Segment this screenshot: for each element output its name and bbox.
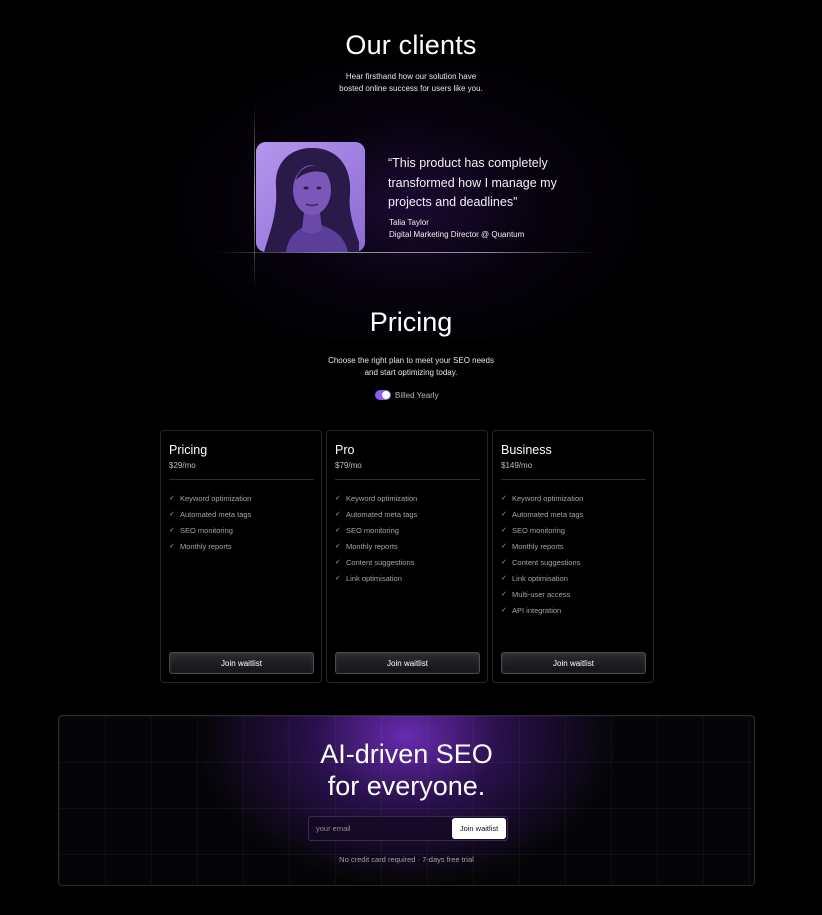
join-waitlist-button-pro[interactable]: Join waitlist (335, 652, 480, 674)
check-icon: ✓ (335, 495, 341, 502)
testimonial-author-name: Talia Taylor (389, 218, 429, 227)
feature-item: ✓ Automated meta tags (501, 506, 583, 522)
feature-item: ✓ Keyword optimization (169, 490, 251, 506)
feature-item: ✓ Keyword optimization (335, 490, 417, 506)
plan-price: $29/mo (169, 461, 196, 470)
email-input[interactable] (309, 817, 449, 840)
check-icon: ✓ (169, 495, 175, 502)
check-icon: ✓ (335, 575, 341, 582)
waitlist-form: Join waitlist (308, 816, 508, 841)
plan-price: $149/mo (501, 461, 533, 470)
feature-label: Automated meta tags (512, 509, 584, 519)
cta-title-line1: AI-driven SEO (320, 739, 493, 769)
check-icon: ✓ (335, 559, 341, 566)
pricing-subtitle-line2: and start optimizing today. (364, 368, 458, 377)
check-icon: ✓ (501, 495, 507, 502)
pricing-card-basic: Pricing $29/mo ✓ Keyword optimization ✓ Au… (160, 430, 322, 683)
feature-label: SEO monitoring (512, 525, 565, 535)
check-icon: ✓ (169, 527, 175, 534)
testimonial-avatar (256, 142, 365, 252)
clients-title: Our clients (345, 30, 477, 60)
decorative-horizontal-line (214, 252, 600, 253)
billing-toggle-label: Billed Yearly (395, 390, 439, 400)
feature-item: ✓ Content suggestions (335, 554, 417, 570)
feature-item: ✓ Monthly reports (501, 538, 583, 554)
plan-name: Business (501, 443, 552, 457)
feature-item: ✓ Keyword optimization (501, 490, 583, 506)
page: Our clients Hear firsthand how our solut… (0, 0, 822, 915)
join-waitlist-button-basic[interactable]: Join waitlist (169, 652, 314, 674)
feature-item: ✓ SEO monitoring (335, 522, 417, 538)
plan-price: $79/mo (335, 461, 362, 470)
feature-item: ✓ SEO monitoring (501, 522, 583, 538)
feature-item: ✓ Content suggestions (501, 554, 583, 570)
clients-subtitle-line2: bosted online success for users like you… (339, 84, 483, 93)
feature-item: ✓ Multi-user access (501, 586, 583, 602)
check-icon: ✓ (501, 543, 507, 550)
billing-toggle-group: Billed Yearly (375, 390, 439, 400)
feature-label: Monthly reports (512, 541, 564, 551)
join-waitlist-button-business[interactable]: Join waitlist (501, 652, 646, 674)
decorative-vertical-line (254, 102, 255, 290)
check-icon: ✓ (501, 591, 507, 598)
plan-name: Pro (335, 443, 355, 457)
clients-subtitle: Hear firsthand how our solution have bos… (0, 71, 822, 95)
check-icon: ✓ (501, 607, 507, 614)
billing-toggle-knob (382, 391, 390, 399)
feature-item: ✓ Automated meta tags (335, 506, 417, 522)
card-divider (335, 479, 480, 480)
cta-title: AI-driven SEO for everyone. (59, 738, 754, 802)
check-icon: ✓ (335, 543, 341, 550)
pricing-title: Pricing (369, 307, 453, 337)
feature-label: Monthly reports (180, 541, 232, 551)
check-icon: ✓ (169, 543, 175, 550)
plan-name: Pricing (169, 443, 208, 457)
pricing-subtitle-line1: Choose the right plan to meet your SEO n… (328, 356, 494, 365)
feature-item: ✓ Monthly reports (169, 538, 251, 554)
check-icon: ✓ (335, 511, 341, 518)
feature-label: Monthly reports (346, 541, 398, 551)
check-icon: ✓ (501, 575, 507, 582)
cta-join-waitlist-button[interactable]: Join waitlist (452, 818, 506, 839)
feature-label: Content suggestions (512, 557, 581, 567)
feature-label: Keyword optimization (512, 493, 584, 503)
feature-label: Automated meta tags (346, 509, 418, 519)
feature-label: Keyword optimization (346, 493, 418, 503)
feature-item: ✓ Link optimisation (501, 570, 583, 586)
feature-label: Link optimisation (512, 573, 568, 583)
feature-item: ✓ SEO monitoring (169, 522, 251, 538)
feature-label: Automated meta tags (180, 509, 252, 519)
plan-features: ✓ Keyword optimization ✓ Automated meta ta… (169, 490, 251, 554)
check-icon: ✓ (501, 511, 507, 518)
feature-label: Keyword optimization (180, 493, 252, 503)
feature-item: ✓ Link optimisation (335, 570, 417, 586)
feature-label: Link optimisation (346, 573, 402, 583)
billing-toggle[interactable] (375, 390, 391, 400)
cta-note: No credit card required · 7-days free tr… (339, 855, 474, 864)
pricing-card-pro: Pro $79/mo ✓ Keyword optimization ✓ Automa… (326, 430, 488, 683)
feature-label: Content suggestions (346, 557, 415, 567)
card-divider (501, 479, 646, 480)
plan-features: ✓ Keyword optimization ✓ Automated meta ta… (501, 490, 583, 618)
feature-item: ✓ Monthly reports (335, 538, 417, 554)
cta-panel: AI-driven SEO for everyone. Join waitlis… (58, 715, 755, 886)
check-icon: ✓ (335, 527, 341, 534)
feature-label: SEO monitoring (346, 525, 399, 535)
check-icon: ✓ (501, 527, 507, 534)
testimonial-author-role: Digital Marketing Director @ Quantum (389, 230, 525, 239)
plan-features: ✓ Keyword optimization ✓ Automated meta ta… (335, 490, 417, 586)
feature-label: Multi-user access (512, 589, 571, 599)
feature-item: ✓ API integration (501, 602, 583, 618)
pricing-subtitle: Choose the right plan to meet your SEO n… (0, 355, 822, 379)
card-divider (169, 479, 314, 480)
feature-label: API integration (512, 605, 562, 615)
feature-label: SEO monitoring (180, 525, 233, 535)
clients-subtitle-line1: Hear firsthand how our solution have (345, 72, 477, 81)
pricing-card-business: Business $149/mo ✓ Keyword optimization ✓… (492, 430, 654, 683)
check-icon: ✓ (169, 511, 175, 518)
feature-item: ✓ Automated meta tags (169, 506, 251, 522)
testimonial-quote: “This product has completely transformed… (388, 156, 557, 209)
cta-title-line2: for everyone. (327, 771, 486, 801)
check-icon: ✓ (501, 559, 507, 566)
